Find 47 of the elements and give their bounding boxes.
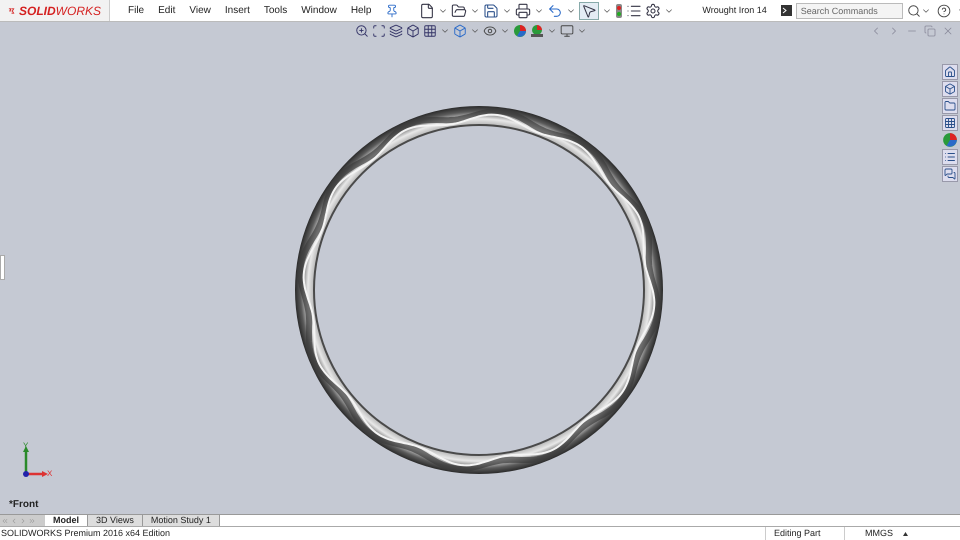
menu-item[interactable]: Tools — [264, 3, 288, 18]
zoom-fit-icon[interactable] — [372, 24, 386, 38]
panel-handle[interactable] — [0, 255, 5, 280]
eye-icon[interactable] — [483, 24, 497, 38]
menu-item[interactable]: View — [189, 3, 211, 18]
logo-text: SOLIDWORKS — [18, 2, 101, 20]
pin-icon[interactable] — [385, 4, 400, 18]
help-icon[interactable] — [936, 4, 951, 18]
status-text: SOLIDWORKS Premium 2016 x64 Edition — [0, 526, 172, 540]
section-view-icon[interactable] — [389, 24, 403, 38]
monitor-icon[interactable] — [560, 24, 574, 38]
new-document-icon[interactable] — [419, 2, 436, 18]
list-icon[interactable] — [942, 149, 958, 165]
scene-icon[interactable] — [530, 24, 544, 38]
printer-icon[interactable] — [515, 2, 532, 18]
folder-icon[interactable] — [942, 98, 958, 114]
traffic-light-icon[interactable] — [615, 2, 624, 18]
chat-icon[interactable] — [942, 166, 958, 182]
display-style-icon[interactable] — [423, 24, 437, 38]
palette-view-icon[interactable] — [942, 115, 958, 131]
command-prompt-icon — [780, 5, 792, 16]
appearance-icon[interactable] — [513, 24, 527, 38]
menu-item[interactable]: Insert — [224, 3, 250, 18]
units-selector[interactable]: MMGS — [845, 526, 960, 540]
select-button[interactable] — [579, 2, 600, 20]
home-icon[interactable] — [942, 64, 958, 80]
appearance-icon[interactable] — [942, 132, 958, 148]
tab[interactable]: 3D Views — [88, 515, 143, 526]
window-title: Wrought Iron 14 — [702, 4, 767, 17]
menu-item[interactable]: File — [128, 3, 144, 18]
tab[interactable]: Motion Study 1 — [142, 515, 220, 526]
menu-item[interactable]: Edit — [158, 3, 176, 18]
settings-icon[interactable] — [645, 2, 662, 18]
cube-icon[interactable] — [942, 81, 958, 97]
search-icon[interactable] — [906, 4, 921, 18]
menu-item[interactable]: Window — [301, 3, 337, 18]
zoom-icon[interactable] — [355, 24, 369, 38]
save-icon[interactable] — [483, 2, 500, 18]
axis-label: X — [47, 470, 52, 478]
undo-icon[interactable] — [547, 2, 564, 18]
view-name: *Front — [9, 498, 38, 512]
status-mode: Editing Part — [765, 526, 845, 540]
cube-icon[interactable] — [453, 24, 467, 38]
search-field[interactable]: Search Commands — [796, 2, 903, 18]
menu-item[interactable]: Help — [350, 3, 372, 18]
open-folder-icon[interactable] — [451, 2, 468, 18]
view-orientation-icon[interactable] — [406, 24, 420, 38]
